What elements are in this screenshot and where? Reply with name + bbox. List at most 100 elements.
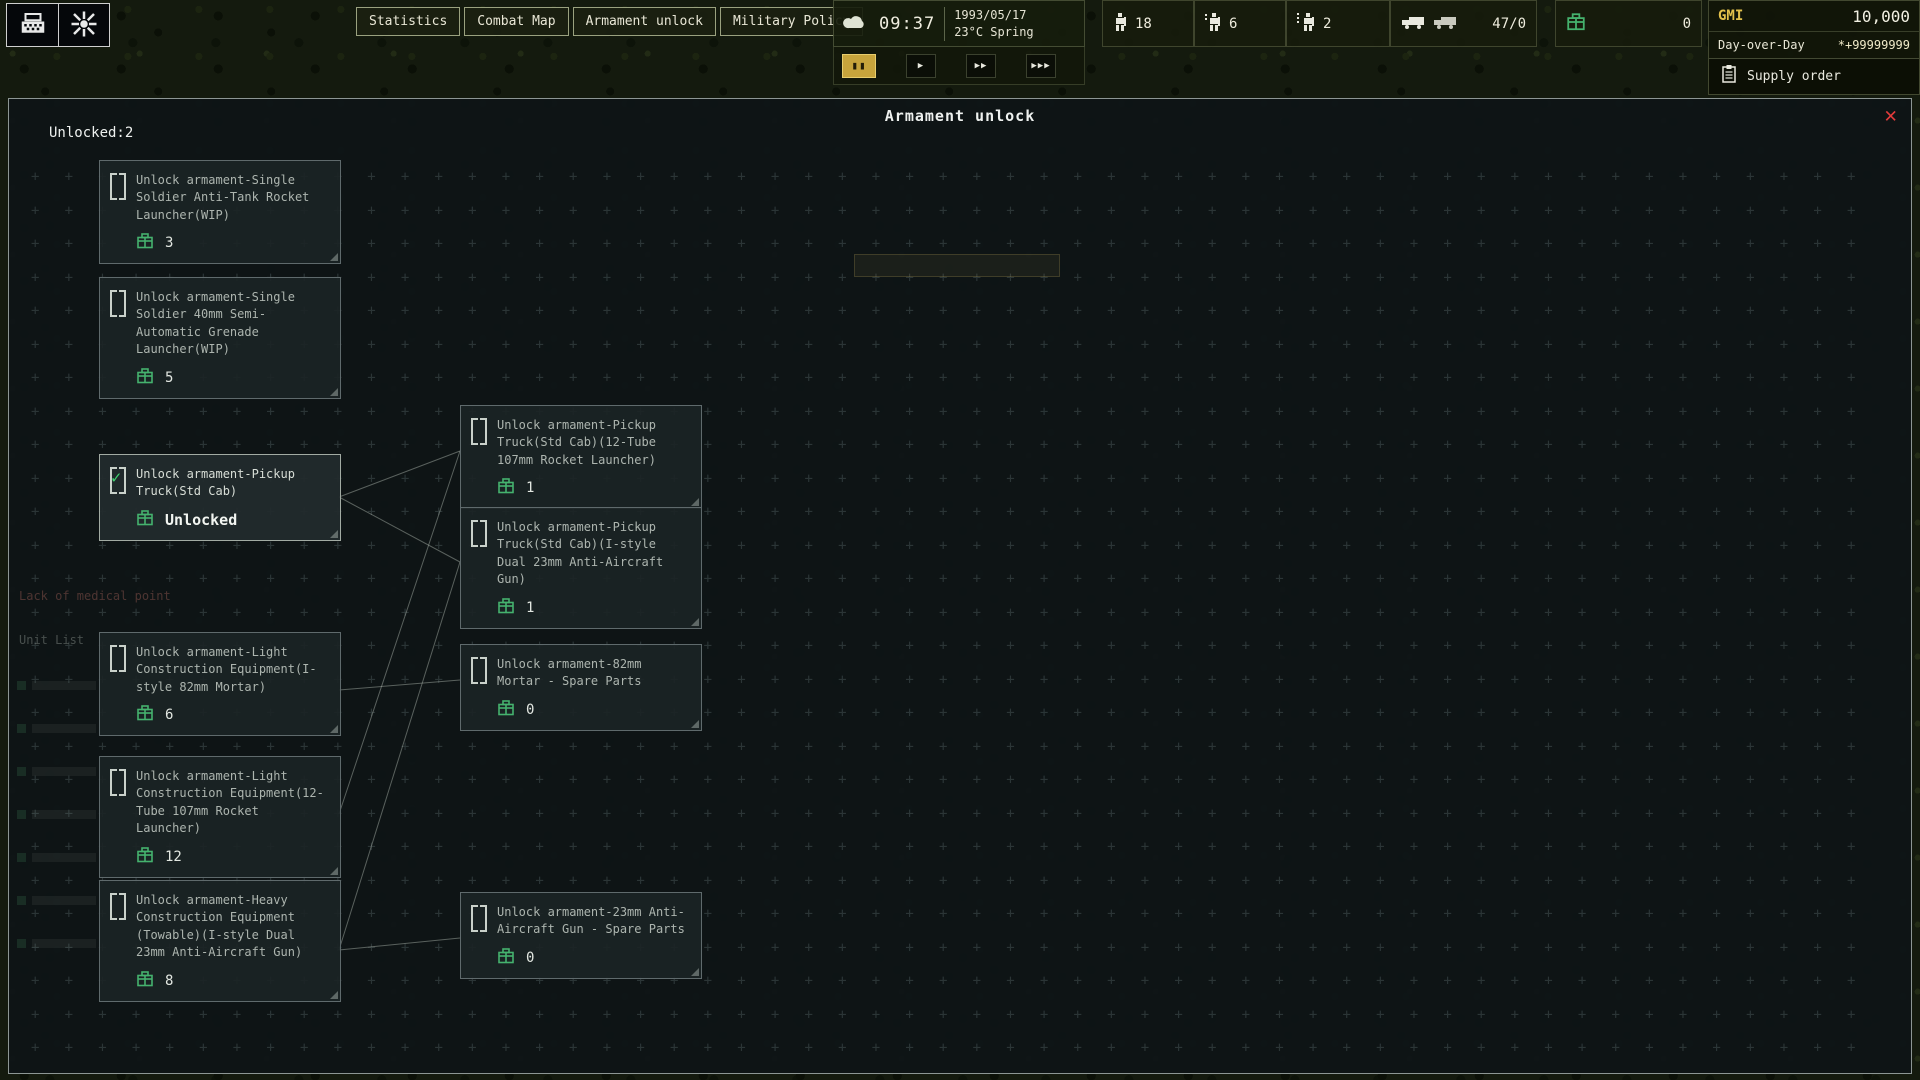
field-radio-button[interactable] [7, 4, 58, 46]
checkbox-icon [110, 645, 126, 668]
node-count: 8 [165, 973, 173, 989]
crate-icon [497, 597, 515, 619]
crate-icon [497, 699, 515, 721]
resize-corner [691, 720, 699, 728]
crate-icon [136, 970, 154, 992]
checkbox-icon [110, 290, 126, 313]
tech-node-anti-tank-rocket[interactable]: Unlock armament-Single Soldier Anti-Tank… [99, 160, 341, 264]
node-title: Unlock armament-Pickup Truck(Std Cab) [136, 466, 330, 501]
stat-infantry[interactable]: 18 [1102, 0, 1194, 47]
clock-separator [944, 7, 945, 41]
stat-vehicles[interactable]: 47/0 [1390, 0, 1537, 47]
stat-infantry-alert[interactable]: 6 [1194, 0, 1286, 47]
ghost-unit-row [17, 767, 96, 776]
economy-panel: GMI 10,000 Day-over-Day *+99999999 Suppl… [1708, 0, 1920, 95]
top-menu: Statistics Combat Map Armament unlock Mi… [356, 7, 863, 36]
squad-icon [1297, 12, 1315, 36]
node-title: Unlock armament-Heavy Construction Equip… [136, 892, 330, 962]
combat-alert-button[interactable] [58, 4, 109, 46]
ghost-unit-list [17, 681, 96, 982]
corner-button-frame [6, 3, 110, 47]
resize-corner [691, 968, 699, 976]
resize-corner [330, 530, 338, 538]
fast-forward-button[interactable]: ▶▶ [966, 54, 996, 78]
pause-button[interactable]: ▮▮ [842, 54, 876, 78]
truck-secondary-icon [1433, 14, 1457, 33]
node-title: Unlock armament-Single Soldier Anti-Tank… [136, 172, 330, 224]
menu-armament-unlock[interactable]: Armament unlock [573, 7, 716, 36]
supply-count: 0 [1683, 16, 1691, 32]
node-count: 1 [526, 480, 534, 496]
supply-order-button[interactable]: Supply order [1709, 58, 1919, 94]
unlocked-count: Unlocked:2 [49, 125, 133, 141]
resize-corner [691, 498, 699, 506]
menu-statistics[interactable]: Statistics [356, 7, 460, 36]
weather-cloud-icon [842, 13, 870, 35]
infantry-alert-count: 6 [1229, 16, 1237, 32]
node-count: 0 [526, 950, 534, 966]
ghost-unit-row [17, 853, 96, 862]
day-over-day-row: Day-over-Day *+99999999 [1709, 31, 1919, 57]
tech-node-heavy-equip-aa[interactable]: Unlock armament-Heavy Construction Equip… [99, 880, 341, 1002]
node-title: Unlock armament-Light Construction Equip… [136, 644, 330, 696]
fastest-forward-button[interactable]: ▶▶▶ [1026, 54, 1056, 78]
node-count: 6 [165, 707, 173, 723]
crate-icon [136, 846, 154, 868]
infantry-count: 18 [1135, 16, 1152, 32]
node-title: Unlock armament-Pickup Truck(Std Cab)(I-… [497, 519, 691, 589]
ghost-alert-text: Lack of medical point [19, 589, 171, 603]
node-count: 3 [165, 235, 173, 251]
tech-node-pickup-aa[interactable]: Unlock armament-Pickup Truck(Std Cab)(I-… [460, 507, 702, 629]
tech-node-light-equip-mortar[interactable]: Unlock armament-Light Construction Equip… [99, 632, 341, 736]
ghost-unit-row [17, 939, 96, 948]
node-status: Unlocked [165, 511, 237, 529]
clock-date: 1993/05/17 [954, 8, 1033, 22]
game-screen: Statistics Combat Map Armament unlock Mi… [0, 0, 1920, 1080]
play-button[interactable]: ▶ [906, 54, 936, 78]
node-count: 0 [526, 702, 534, 718]
node-title: Unlock armament-Light Construction Equip… [136, 768, 330, 838]
supply-order-label: Supply order [1747, 69, 1841, 84]
field-radio-icon [18, 9, 48, 42]
ghost-notification [854, 254, 1060, 277]
tech-node-light-equip-rocket[interactable]: Unlock armament-Light Construction Equip… [99, 756, 341, 878]
checkbox-checked-icon: ✓ [110, 467, 126, 490]
node-title: Unlock armament-23mm Anti-Aircraft Gun -… [497, 904, 691, 939]
squad-count: 2 [1323, 16, 1331, 32]
day-over-day-label: Day-over-Day [1718, 38, 1805, 52]
menu-combat-map[interactable]: Combat Map [464, 7, 568, 36]
checkbox-icon [471, 905, 487, 928]
checkbox-icon [110, 173, 126, 196]
tech-node-mortar-spare-parts[interactable]: Unlock armament-82mm Mortar - Spare Part… [460, 644, 702, 731]
resize-corner [330, 388, 338, 396]
crate-icon [497, 947, 515, 969]
node-title: Unlock armament-82mm Mortar - Spare Part… [497, 656, 691, 691]
stat-squads[interactable]: 2 [1286, 0, 1390, 47]
node-count: 12 [165, 849, 182, 865]
ghost-unit-row [17, 810, 96, 819]
tech-node-aa-spare-parts[interactable]: Unlock armament-23mm Anti-Aircraft Gun -… [460, 892, 702, 979]
resize-corner [330, 725, 338, 733]
ghost-unit-row [17, 724, 96, 733]
resize-corner [330, 253, 338, 261]
armament-unlock-panel: ++++++++++++++++++++++++++++++++++++++++… [8, 98, 1912, 1074]
crate-icon [136, 704, 154, 726]
stat-supplies[interactable]: 0 [1555, 0, 1702, 47]
tech-node-pickup-rocket[interactable]: Unlock armament-Pickup Truck(Std Cab)(12… [460, 405, 702, 509]
tech-node-grenade-launcher[interactable]: Unlock armament-Single Soldier 40mm Semi… [99, 277, 341, 399]
crate-icon [136, 509, 154, 531]
close-icon[interactable]: ✕ [1884, 103, 1897, 127]
balance-value: 10,000 [1852, 7, 1910, 26]
ghost-unit-list-label: Unit List [19, 633, 84, 647]
ghost-unit-row [17, 681, 96, 690]
clipboard-icon [1721, 64, 1737, 88]
tech-node-pickup-truck[interactable]: ✓ Unlock armament-Pickup Truck(Std Cab) … [99, 454, 341, 541]
checkbox-icon [110, 893, 126, 916]
crate-icon [136, 232, 154, 254]
time-controls: ▮▮ ▶ ▶▶ ▶▶▶ [833, 47, 1085, 85]
checkbox-icon [471, 657, 487, 680]
balance-row: GMI 10,000 [1709, 1, 1919, 31]
node-count: 1 [526, 600, 534, 616]
clock-group: 09:37 1993/05/17 23°C Spring [833, 0, 1085, 47]
checkbox-icon [471, 520, 487, 543]
